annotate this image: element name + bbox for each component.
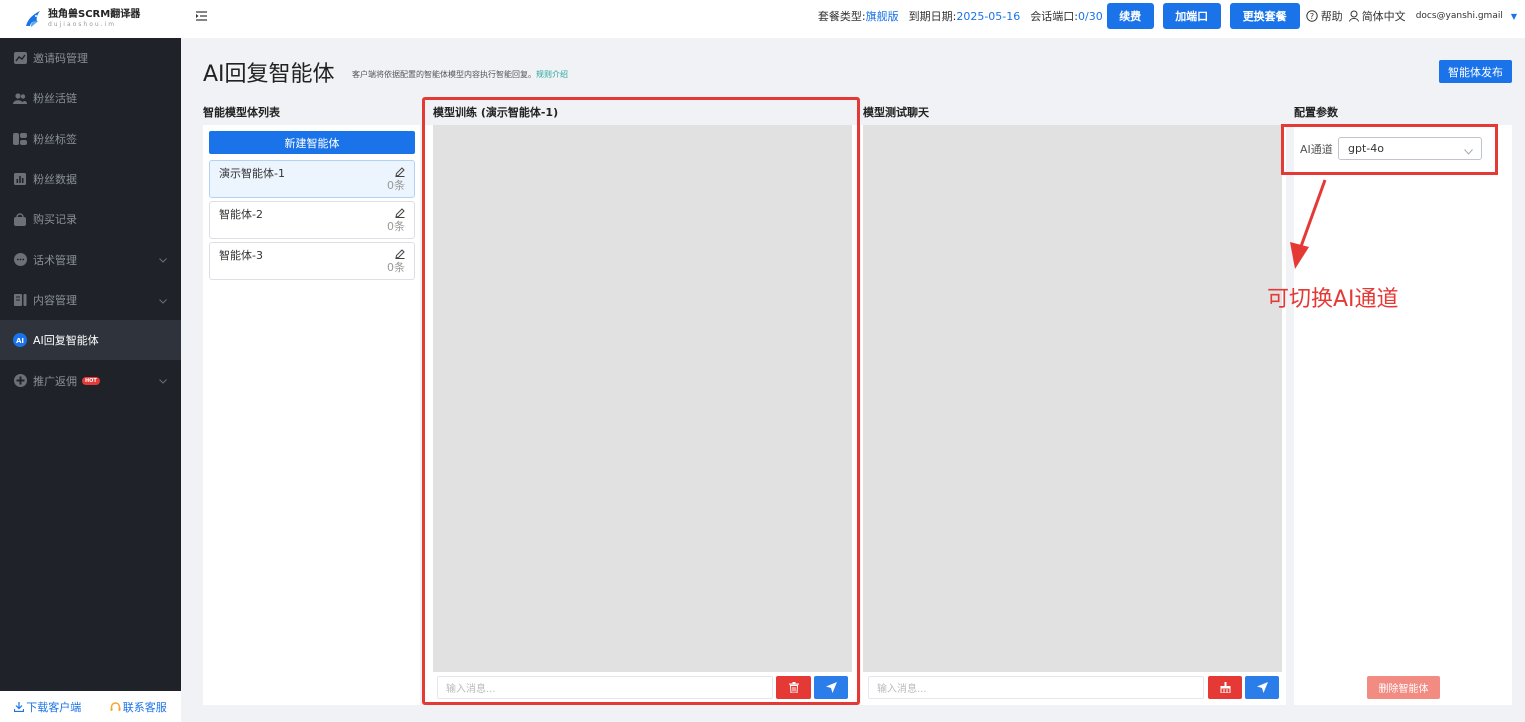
sidebar-nav: 邀请码管理 粉丝活链 粉丝标签 粉丝数据 购买记录 话术管理 内容管理 AI A… [0,38,181,401]
sidebar-item-purchases[interactable]: 购买记录 [0,199,181,239]
unicorn-logo-icon [22,8,44,30]
document-icon [13,293,27,307]
top-header: 套餐类型: 旗舰版 到期日期: 2025-05-16 会话端口: 0/30 续费… [181,0,1525,38]
brand-subtitle: dujiaoshou.im [48,21,117,28]
agent-count: 0条 [387,261,405,274]
sidebar-item-label: 粉丝数据 [33,173,77,187]
agent-list-title: 智能模型体列表 [203,106,280,119]
chevron-down-icon [159,253,167,266]
agent-name: 智能体-3 [219,249,263,262]
rules-link[interactable]: 规则介绍 [536,70,568,79]
sidebar-item-label: AI回复智能体 [33,334,99,348]
config-title: 配置参数 [1294,106,1338,119]
agent-count: 0条 [387,220,405,233]
language-switch[interactable]: 简体中文 [1348,8,1406,24]
sidebar-item-label: 推广返佣 [33,374,77,388]
sidebar-item-label: 购买记录 [33,213,77,227]
test-chat-title: 模型测试聊天 [863,106,929,119]
renew-button[interactable]: 续费 [1106,3,1154,29]
sidebar-item-label: 话术管理 [33,253,77,267]
sidebar-item-promotion[interactable]: 推广返佣 HOT [0,360,181,400]
agent-name: 演示智能体-1 [219,167,285,180]
svg-text:AI: AI [16,337,24,345]
ai-icon: AI [13,333,27,348]
plus-circle-icon [13,374,27,388]
sidebar-item-content[interactable]: 内容管理 [0,280,181,320]
delete-agent-button[interactable]: 删除智能体 [1367,676,1440,699]
download-client-label: 下载客户端 [26,700,82,714]
help-link[interactable]: ? 帮助 [1305,8,1343,24]
hot-badge: HOT [82,376,100,385]
sidebar-item-scripts[interactable]: 话术管理 [0,239,181,279]
sidebar-item-label: 内容管理 [33,293,77,307]
header-info: 套餐类型: 旗舰版 到期日期: 2025-05-16 会话端口: 0/30 续费… [808,0,1517,32]
sidebar-item-label: 粉丝标签 [33,132,77,146]
plan-label: 套餐类型: [817,10,866,23]
sidebar-item-label: 邀请码管理 [33,52,88,66]
svg-text:?: ? [1310,12,1314,21]
bar-chart-icon [13,172,27,186]
sidebar-item-invite-codes[interactable]: 邀请码管理 [0,38,181,78]
port-value: 0/30 [1077,9,1103,23]
change-plan-button[interactable]: 更换套餐 [1229,3,1300,29]
page-description: 客户端将依据配置的智能体模型内容执行智能回复。规则介绍 [352,69,568,80]
download-client-link[interactable]: 下载客户端 [14,699,81,715]
expire-value: 2025-05-16 [956,9,1021,23]
send-icon [1256,682,1268,693]
sidebar-item-label: 粉丝活链 [33,92,77,106]
language-label: 简体中文 [1361,10,1406,23]
broom-icon [1220,682,1230,693]
annotation-arrow-icon [1290,179,1327,269]
annotation-text: 可切换AI通道 [1267,287,1399,312]
brand-logo[interactable]: 独角兽SCRM翻译器 dujiaoshou.im [0,0,181,38]
user-email[interactable]: docs@yanshi.gmail [1416,11,1503,21]
bag-icon [13,212,27,226]
clear-chat-button[interactable] [1208,676,1242,699]
help-label: 帮助 [1320,10,1343,23]
users-icon [13,91,27,105]
chevron-down-icon [159,374,167,387]
caret-down-icon[interactable]: ▼ [1511,12,1517,21]
port-label: 会话端口: [1030,10,1078,23]
agent-card[interactable]: 智能体-2 0条 [209,201,415,239]
agent-count: 0条 [387,179,405,192]
download-icon [14,701,25,712]
sidebar-item-fan-tags[interactable]: 粉丝标签 [0,119,181,159]
contact-support-label: 联系客服 [122,700,167,714]
publish-agent-button[interactable]: 智能体发布 [1439,60,1512,83]
sidebar-item-ai-agent[interactable]: AI AI回复智能体 [0,320,181,361]
chart-icon [13,51,27,65]
add-port-button[interactable]: 加端口 [1162,3,1221,29]
page-description-text: 客户端将依据配置的智能体模型内容执行智能回复。 [352,70,536,79]
test-chat-message-area [863,125,1282,672]
brand-title: 独角兽SCRM翻译器 [48,9,141,20]
sidebar-item-fan-data[interactable]: 粉丝数据 [0,159,181,199]
sidebar: 独角兽SCRM翻译器 dujiaoshou.im 邀请码管理 粉丝活链 粉丝标签… [0,0,181,722]
new-agent-button[interactable]: 新建智能体 [209,131,415,154]
collapse-menu-icon[interactable] [196,11,208,25]
user-icon [1348,10,1359,22]
agent-card[interactable]: 演示智能体-1 0条 [209,160,415,198]
contact-support-link[interactable]: 联系客服 [110,699,167,715]
agent-name: 智能体-2 [219,208,263,221]
expire-label: 到期日期: [908,10,957,23]
agent-card[interactable]: 智能体-3 0条 [209,242,415,280]
chevron-down-icon [159,294,167,307]
sidebar-item-fan-links[interactable]: 粉丝活链 [0,78,181,118]
question-icon: ? [1305,10,1318,22]
channel-highlight-box [1281,124,1498,175]
send-test-button[interactable] [1245,676,1279,699]
chat-icon [13,253,27,267]
page-title: AI回复智能体 [203,62,335,87]
plan-value: 旗舰版 [865,10,899,23]
test-message-input[interactable]: 输入消息... [868,676,1204,699]
training-highlight-box [422,97,860,705]
tag-icon [13,132,27,146]
headset-icon [110,701,121,711]
sidebar-footer: 下载客户端 联系客服 [0,691,181,722]
